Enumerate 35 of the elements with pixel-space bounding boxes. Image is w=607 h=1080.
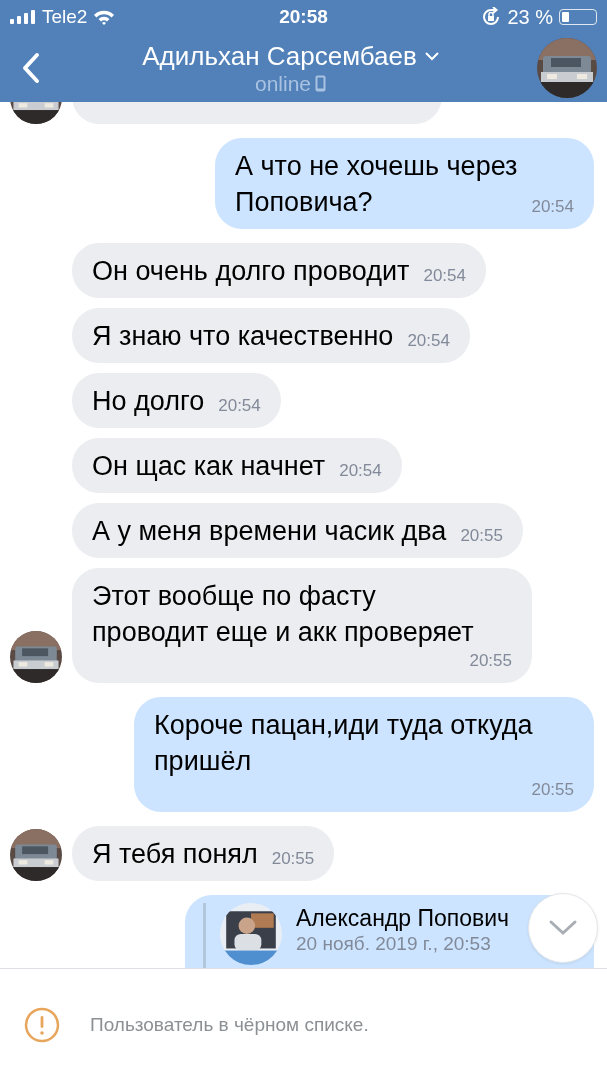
blacklist-notice: Пользователь в чёрном списке. — [90, 1013, 369, 1036]
chevron-down-icon — [424, 51, 439, 61]
message-text: Он щас как начнет — [92, 450, 326, 483]
message-time: 20:54 — [218, 395, 261, 417]
back-icon — [22, 52, 40, 84]
message-time: 20:54 — [339, 460, 382, 482]
signal-icon — [10, 10, 36, 24]
wifi-icon — [93, 9, 116, 25]
battery-icon — [559, 9, 597, 25]
message-text: А у меня времени часик два — [92, 515, 447, 548]
carrier-name: Tele2 — [42, 6, 88, 28]
message-text: Этот вообще по фасту проводит еще и акк проверяет — [92, 580, 474, 649]
chevron-down-icon — [548, 919, 578, 937]
message-time: 20:54 — [423, 265, 466, 287]
message-time: 20:54 — [531, 196, 574, 218]
author-name: Александр Попович — [296, 905, 510, 932]
message-time: 20:55 — [531, 779, 574, 801]
message-text: А что не хочешь через Поповича? — [235, 150, 518, 219]
warning-icon — [24, 1006, 60, 1043]
message-time: 20:55 — [460, 525, 503, 547]
message-text: Но долго — [92, 385, 205, 418]
message-date: 20 нояб. 2019 г., 20:53 — [296, 932, 492, 956]
rotation-lock-icon — [481, 7, 502, 27]
message-text: Я тебя понял — [92, 838, 258, 871]
contact-name[interactable]: Адильхан Сарсембаев — [142, 40, 417, 72]
online-status: online — [254, 71, 312, 96]
message-text: Я знаю что качественно — [92, 320, 394, 353]
message-time: 20:55 — [271, 848, 315, 870]
battery-percent: 23 % — [507, 5, 553, 29]
status-time: 20:58 — [279, 6, 328, 28]
message-text: Короче пацан,иди туда откуда пришёл — [154, 709, 533, 778]
message-time: 20:54 — [407, 330, 450, 352]
message-time: 20:55 — [469, 650, 512, 672]
message-text: Он очень долго проводит — [92, 255, 410, 288]
phone-icon — [315, 75, 327, 92]
